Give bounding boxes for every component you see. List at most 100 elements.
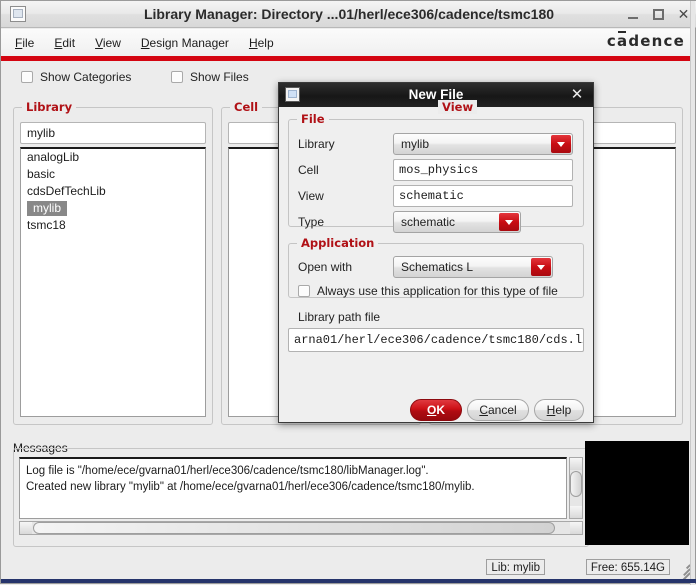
list-item[interactable]: tsmc18 — [21, 217, 205, 234]
minimize-icon[interactable] — [627, 8, 640, 21]
open-with-combo[interactable]: Schematics L — [393, 256, 553, 278]
library-combo[interactable]: mylib — [393, 133, 573, 155]
help-button-label: elp — [555, 403, 572, 417]
window-bottom-border — [1, 579, 696, 583]
menu-design-manager[interactable]: Design Manager — [138, 34, 232, 52]
cancel-button-label: ancel — [487, 403, 517, 417]
cadence-logo: cadence — [606, 32, 685, 50]
chevron-down-icon[interactable] — [531, 258, 551, 276]
resize-grip-icon[interactable] — [676, 560, 691, 582]
menu-bar: File Edit View Design Manager Help caden… — [1, 29, 695, 56]
menu-edit-label: dit — [62, 35, 76, 50]
status-lib: Lib: mylib — [486, 559, 545, 575]
brand-red-divider — [1, 56, 695, 61]
menu-help-label: elp — [257, 35, 274, 50]
list-item[interactable]: basic — [21, 166, 205, 183]
list-item-selected[interactable]: mylib — [27, 201, 68, 216]
scroll-left-icon[interactable] — [20, 522, 32, 534]
library-panel: Library mylib analogLib basic cdsDefTech… — [13, 100, 213, 425]
ok-button-mnemonic: O — [426, 403, 437, 417]
status-free: Free: 655.14G — [585, 559, 670, 575]
help-button[interactable]: Help — [534, 399, 584, 421]
window-right-border — [690, 1, 695, 585]
window-controls: ✕ — [627, 1, 690, 28]
list-item[interactable]: analogLib — [21, 149, 205, 166]
ok-button[interactable]: OK — [410, 399, 462, 421]
scroll-down-icon[interactable] — [570, 506, 582, 518]
cancel-button-mnemonic: C — [479, 403, 488, 417]
ok-button-label: K — [436, 403, 445, 417]
file-group: File Library mylib Cell mos_physics View… — [288, 112, 584, 233]
vertical-scroll-thumb[interactable] — [570, 471, 582, 497]
cell-panel-title: Cell — [230, 100, 263, 114]
menu-file[interactable]: File — [12, 34, 37, 52]
menu-help-mnemonic: H — [248, 35, 258, 50]
status-bar: Lib: mylib Free: 655.14G — [1, 556, 695, 582]
type-combo-value: schematic — [401, 215, 456, 229]
menu-file-label: ile — [22, 35, 35, 50]
dialog-close-icon[interactable]: ✕ — [569, 86, 585, 104]
maximize-icon[interactable] — [652, 8, 665, 21]
scroll-right-icon[interactable] — [570, 522, 582, 534]
open-with-label: Open with — [298, 260, 353, 274]
library-combo-value: mylib — [401, 137, 430, 151]
cell-row: Cell mos_physics — [288, 159, 584, 181]
application-group-title: Application — [297, 236, 379, 250]
menu-items: File Edit View Design Manager Help — [12, 29, 277, 56]
scroll-up-icon[interactable] — [570, 458, 582, 470]
show-categories-checkbox[interactable]: Show Categories — [21, 70, 131, 84]
show-categories-box-icon[interactable] — [21, 71, 33, 83]
library-filter-input[interactable]: mylib — [20, 122, 206, 144]
menu-design-manager-mnemonic: D — [140, 35, 150, 50]
show-files-checkbox[interactable]: Show Files — [171, 70, 249, 84]
always-use-application-checkbox[interactable]: Always use this application for this typ… — [298, 284, 558, 298]
menu-edit[interactable]: Edit — [51, 34, 78, 52]
view-row-label: View — [298, 189, 324, 203]
message-line: Log file is "/home/ece/gvarna01/herl/ece… — [26, 465, 429, 477]
show-categories-label: Show Categories — [40, 70, 132, 84]
chevron-down-icon[interactable] — [499, 213, 519, 231]
messages-horizontal-scrollbar[interactable] — [19, 521, 583, 535]
library-list[interactable]: analogLib basic cdsDefTechLib mylib tsmc… — [20, 147, 206, 417]
library-path-input[interactable]: arna01/herl/ece306/cadence/tsmc180/cds.l… — [288, 328, 584, 352]
close-icon[interactable]: ✕ — [677, 7, 690, 21]
cell-name-input[interactable]: mos_physics — [393, 159, 573, 181]
chevron-down-icon[interactable] — [551, 135, 571, 153]
menu-design-manager-label: esign Manager — [149, 35, 229, 50]
dialog-title-bar[interactable]: New File ✕ — [279, 83, 593, 107]
show-files-label: Show Files — [190, 70, 249, 84]
application-group: Application Open with Schematics L Alway… — [288, 236, 584, 298]
always-use-box-icon[interactable] — [298, 285, 310, 297]
menu-view[interactable]: View — [92, 34, 124, 52]
menu-view-mnemonic: V — [95, 35, 103, 50]
view-panel-title: View — [438, 100, 478, 114]
type-row: Type schematic — [288, 211, 584, 233]
cancel-button[interactable]: Cancel — [467, 399, 529, 421]
cadence-logo-macron: a — [617, 32, 629, 50]
menu-help[interactable]: Help — [246, 34, 277, 52]
cell-row-label: Cell — [298, 163, 319, 177]
file-group-title: File — [297, 112, 329, 126]
open-with-value: Schematics L — [401, 260, 474, 274]
library-row-label: Library — [298, 137, 335, 151]
messages-log[interactable]: Log file is "/home/ece/gvarna01/herl/ece… — [19, 457, 567, 519]
window-title-bar[interactable]: Library Manager: Directory ...01/herl/ec… — [1, 1, 696, 28]
library-path-label: Library path file — [298, 310, 381, 324]
message-line: Created new library "mylib" at /home/ece… — [26, 481, 475, 493]
menu-view-label: iew — [102, 35, 121, 50]
window-title: Library Manager: Directory ...01/herl/ec… — [143, 6, 555, 22]
list-item[interactable]: cdsDefTechLib — [21, 183, 205, 200]
library-row: Library mylib — [288, 133, 584, 155]
type-combo[interactable]: schematic — [393, 211, 521, 233]
view-name-input[interactable]: schematic — [393, 185, 573, 207]
view-row: View schematic — [288, 185, 584, 207]
show-files-box-icon[interactable] — [171, 71, 183, 83]
preview-black-area — [585, 441, 689, 545]
library-panel-title: Library — [22, 100, 77, 114]
messages-vertical-scrollbar[interactable] — [569, 457, 583, 519]
new-file-dialog: New File ✕ File Library mylib Cell mos_p… — [278, 82, 594, 423]
screen: Library Manager: Directory ...01/herl/ec… — [0, 0, 696, 585]
horizontal-scroll-thumb[interactable] — [33, 522, 555, 534]
open-with-row: Open with Schematics L — [288, 256, 584, 278]
dialog-title: New File — [408, 87, 464, 102]
